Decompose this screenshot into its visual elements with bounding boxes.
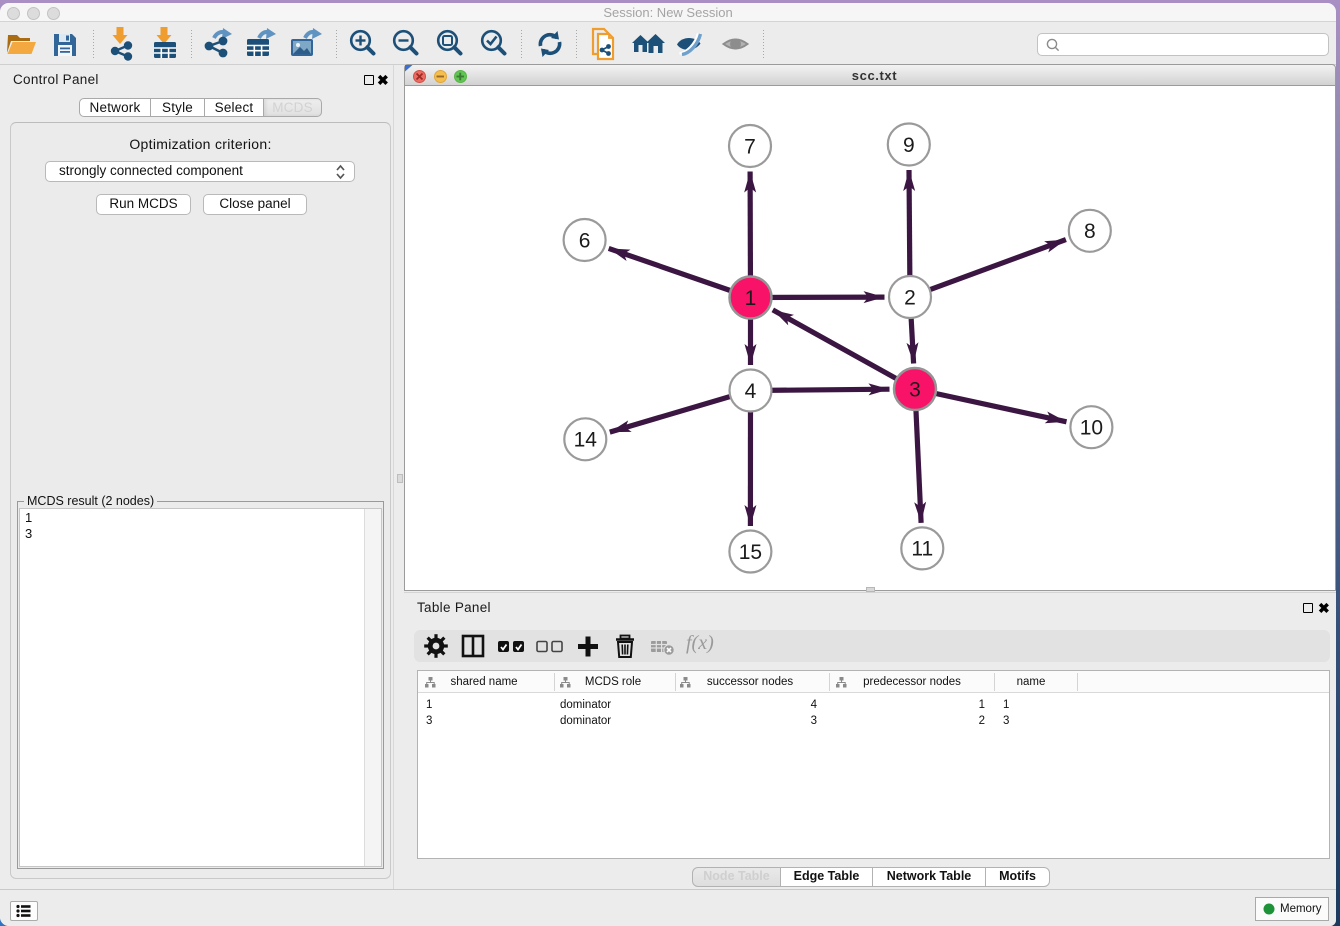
- svg-text:1: 1: [745, 287, 757, 310]
- svg-text:3: 3: [909, 378, 921, 401]
- svg-text:11: 11: [911, 538, 933, 561]
- svg-text:14: 14: [574, 429, 598, 452]
- svg-text:2: 2: [904, 286, 916, 309]
- svg-text:4: 4: [745, 380, 757, 403]
- svg-text:6: 6: [579, 229, 591, 252]
- svg-text:8: 8: [1084, 220, 1096, 243]
- svg-text:10: 10: [1080, 417, 1103, 440]
- svg-text:15: 15: [739, 541, 762, 564]
- svg-text:9: 9: [903, 134, 915, 157]
- svg-text:7: 7: [744, 135, 756, 158]
